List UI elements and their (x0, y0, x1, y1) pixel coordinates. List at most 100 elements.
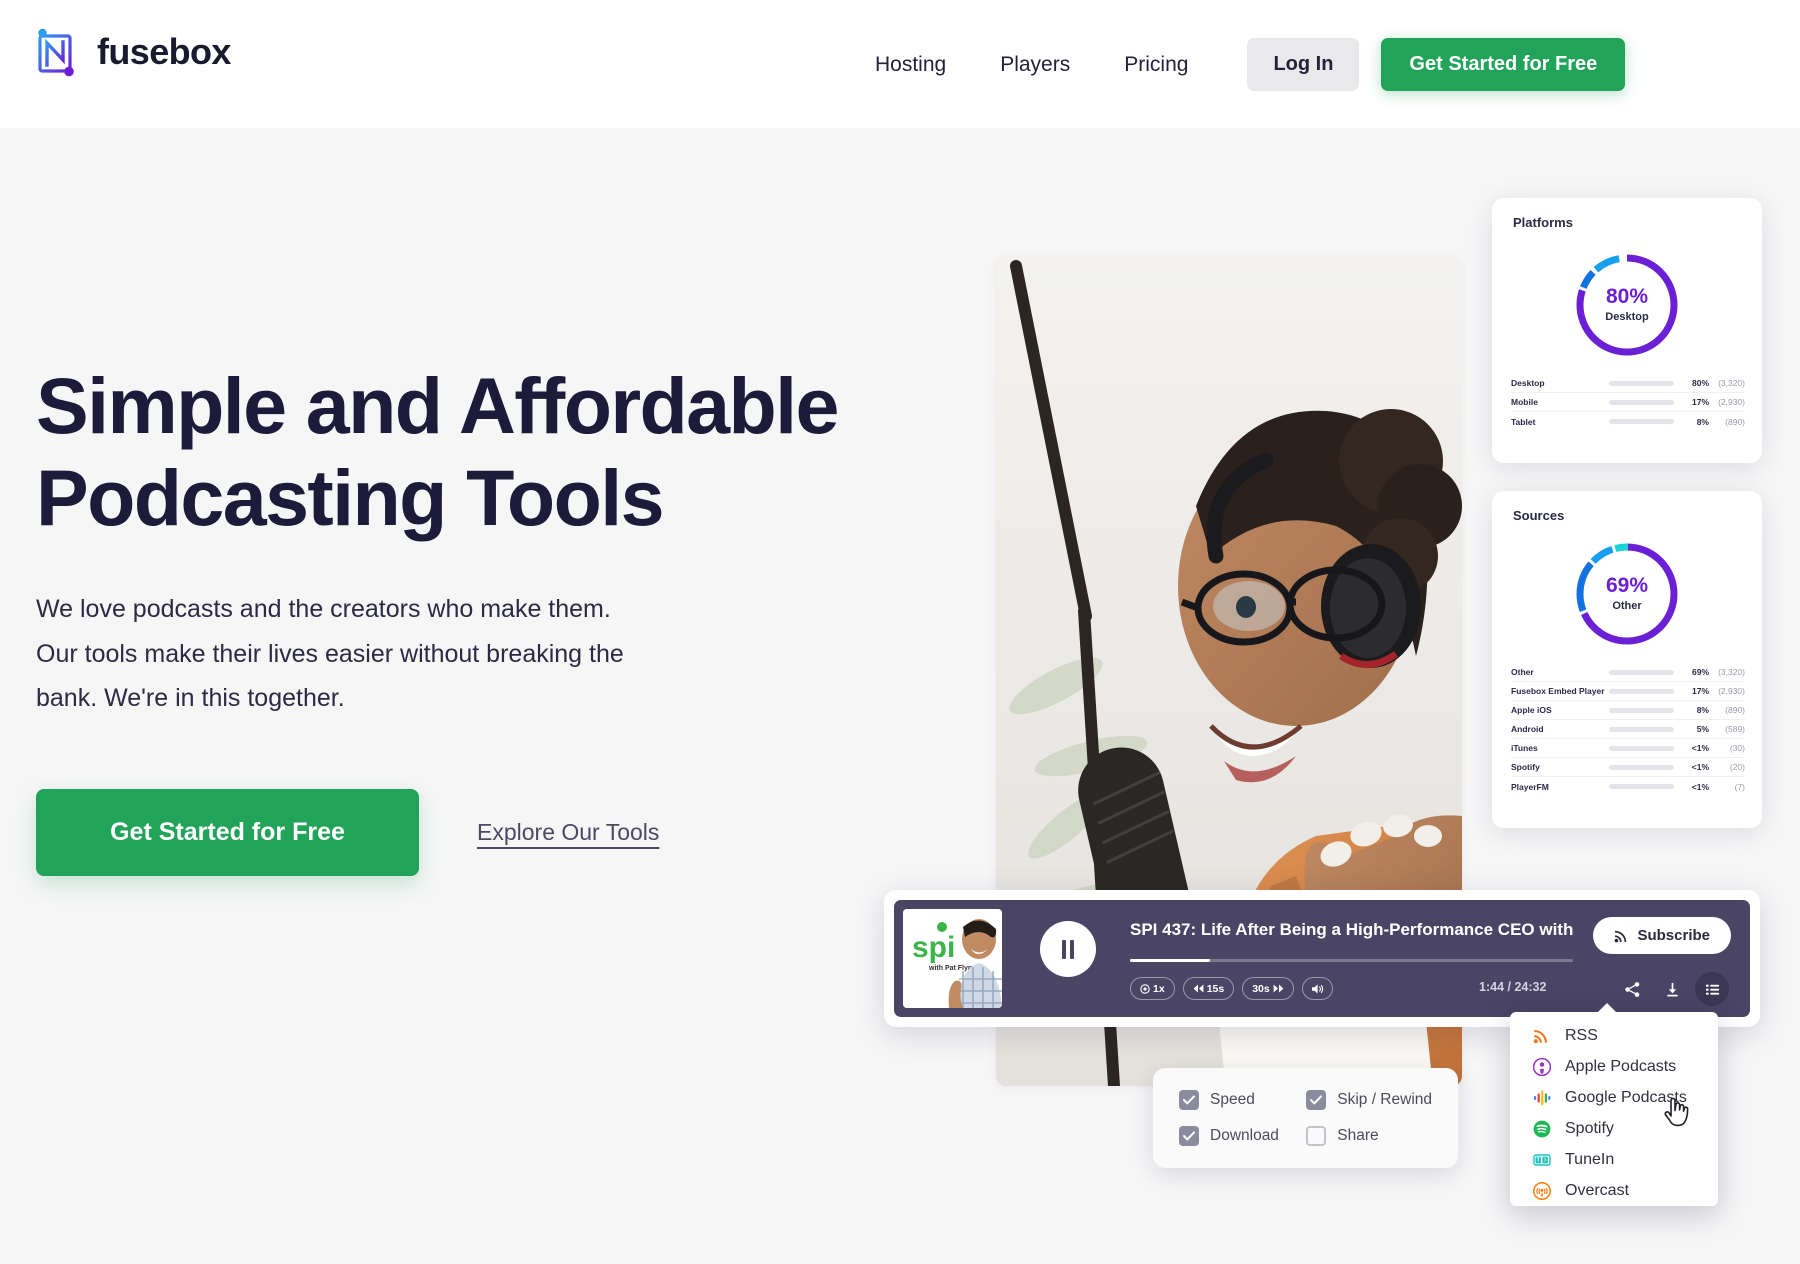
legend-bar-track (1609, 726, 1674, 732)
legend-bar-track (1609, 764, 1674, 770)
checkbox-checked-icon[interactable] (1179, 1090, 1199, 1110)
subscribe-menu: RSS Apple Podcasts Google Podcasts Spoti… (1510, 1012, 1718, 1206)
sources-analytics-card: Sources 69% Other Other 69% (3,320) Fuse… (1492, 491, 1762, 828)
spotify-icon (1532, 1119, 1551, 1138)
checkbox-unchecked-icon[interactable] (1306, 1126, 1327, 1146)
checkbox-checked-icon[interactable] (1179, 1126, 1199, 1146)
legend-row: Android 5% (589) (1511, 720, 1745, 739)
legend-bar-track (1609, 707, 1674, 713)
legend-count: (2,930) (1718, 397, 1745, 407)
option-download[interactable]: Download (1179, 1126, 1298, 1146)
subscribe-label: Subscribe (1637, 927, 1710, 944)
brand-name: fusebox (97, 31, 231, 72)
legend-label: Android (1511, 724, 1544, 734)
subscribe-item-label: Google Podcasts (1565, 1088, 1687, 1106)
legend-bar-track (1609, 745, 1674, 751)
option-label: Share (1337, 1127, 1379, 1144)
legend-row: Apple iOS 8% (890) (1511, 701, 1745, 720)
subscribe-menu-arrow (1596, 1003, 1618, 1014)
legend-bar-track (1609, 419, 1674, 424)
playlist-button[interactable] (1695, 972, 1729, 1006)
rewind-icon (1193, 984, 1204, 993)
rewind-15-button[interactable]: 15s (1182, 977, 1235, 1000)
legend-count: (7) (1734, 781, 1745, 792)
player-action-icons (1615, 972, 1729, 1006)
fusebox-logo-icon (38, 28, 74, 77)
legend-percent: 8% (1696, 705, 1709, 715)
sources-center-value: 69% (1606, 574, 1648, 597)
nav-link-hosting[interactable]: Hosting (848, 47, 973, 83)
sources-donut-chart: 69% Other (1576, 543, 1678, 645)
legend-percent: 80% (1691, 378, 1709, 388)
legend-bar-track (1609, 669, 1674, 675)
legend-bar-track (1609, 784, 1674, 789)
playlist-icon (1705, 984, 1719, 995)
legend-count: (589) (1725, 724, 1745, 734)
play-pause-button[interactable] (1040, 921, 1096, 977)
legend-row: Fusebox Embed Player 17% (2,930) (1511, 682, 1745, 701)
legend-percent: 69% (1691, 667, 1709, 677)
sources-legend: Other 69% (3,320) Fusebox Embed Player 1… (1511, 663, 1745, 796)
svg-text:T: T (1536, 1157, 1539, 1163)
legend-label: Desktop (1511, 378, 1545, 388)
legend-row: iTunes <1% (30) (1511, 739, 1745, 758)
album-art: spi with Pat Flynn (903, 909, 1002, 1008)
sources-center-label: Other (1612, 600, 1642, 612)
progress-fill (1130, 959, 1210, 962)
share-icon (1624, 981, 1639, 997)
get-started-hero-button[interactable]: Get Started for Free (36, 788, 419, 876)
legend-row: PlayerFM <1% (7) (1511, 777, 1745, 796)
checkbox-checked-icon[interactable] (1306, 1090, 1327, 1110)
legend-row: Other 69% (3,320) (1511, 663, 1745, 682)
platforms-donut-chart: 80% Desktop (1576, 254, 1678, 356)
legend-count: (3,320) (1718, 378, 1745, 388)
legend-label: Apple iOS (1511, 705, 1552, 715)
nav-link-pricing[interactable]: Pricing (1097, 47, 1215, 83)
subscribe-button[interactable]: Subscribe (1593, 917, 1731, 954)
download-button[interactable] (1655, 972, 1689, 1006)
platforms-card-title: Platforms (1513, 215, 1573, 230)
speed-button[interactable]: 1x (1130, 977, 1175, 1000)
hero-cta-group: Get Started for Free Explore Our Tools (36, 788, 966, 876)
hero-subtitle: We love podcasts and the creators who ma… (36, 595, 624, 713)
rewind-label: 15s (1206, 982, 1225, 995)
subscribe-item-label: Overcast (1565, 1181, 1630, 1199)
platforms-center-value: 80% (1606, 285, 1648, 308)
download-icon (1666, 982, 1678, 996)
legend-percent: 5% (1696, 724, 1709, 734)
legend-label: PlayerFM (1511, 781, 1549, 792)
legend-percent: <1% (1691, 743, 1709, 753)
explore-tools-link[interactable]: Explore Our Tools (477, 819, 659, 846)
share-button[interactable] (1615, 972, 1649, 1006)
legend-count: (20) (1729, 762, 1745, 772)
legend-label: Spotify (1511, 762, 1540, 772)
progress-bar[interactable] (1130, 959, 1573, 962)
speed-icon (1140, 983, 1150, 994)
login-button[interactable]: Log In (1247, 38, 1360, 91)
legend-row: Mobile 17% (2,930) (1511, 393, 1745, 412)
get-started-nav-button[interactable]: Get Started for Free (1381, 38, 1626, 91)
volume-button[interactable] (1301, 977, 1333, 1000)
forward-30-button[interactable]: 30s (1242, 977, 1294, 1000)
rss-icon (1532, 1026, 1551, 1045)
volume-icon (1311, 983, 1323, 994)
subscribe-item-google-podcasts[interactable]: Google Podcasts (1510, 1082, 1718, 1113)
brand-logo[interactable]: fusebox (34, 27, 231, 77)
legend-percent: <1% (1691, 762, 1709, 772)
site-header: fusebox Hosting Players Pricing Log In G… (0, 0, 1800, 128)
forward-icon (1273, 984, 1284, 993)
subscribe-item-spotify[interactable]: Spotify (1510, 1113, 1718, 1144)
podcast-player: spi with Pat Flynn SPI 437: Life After B… (884, 890, 1760, 1027)
subscribe-item-apple-podcasts[interactable]: Apple Podcasts (1510, 1051, 1718, 1082)
nav-link-players[interactable]: Players (973, 47, 1097, 83)
option-speed[interactable]: Speed (1179, 1090, 1298, 1110)
page-title: Simple and Affordable Podcasting Tools (36, 360, 966, 543)
subscribe-item-overcast[interactable]: Overcast (1510, 1175, 1718, 1206)
platforms-center-label: Desktop (1605, 311, 1649, 323)
option-share[interactable]: Share (1306, 1126, 1432, 1146)
subscribe-item-tunein[interactable]: T I TuneIn (1510, 1144, 1718, 1175)
subscribe-item-rss[interactable]: RSS (1510, 1020, 1718, 1051)
option-skip-rewind[interactable]: Skip / Rewind (1306, 1090, 1432, 1110)
hero-title-line-1: Simple and Affordable (36, 361, 839, 450)
legend-count: (890) (1725, 705, 1745, 715)
